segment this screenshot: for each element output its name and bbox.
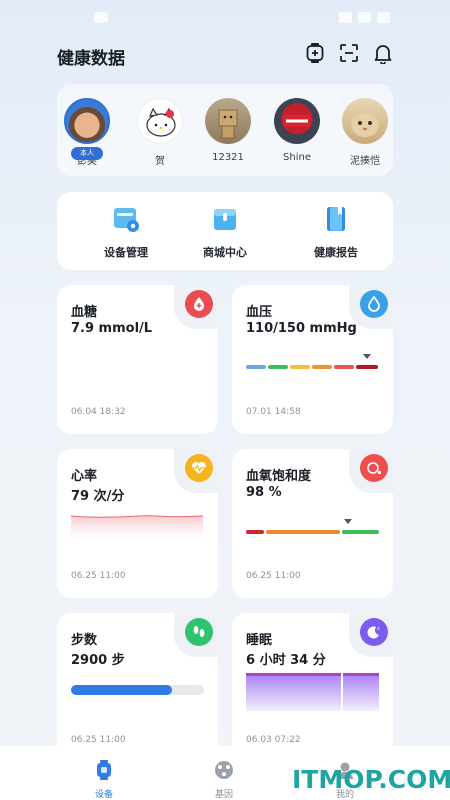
card-badge: z (349, 613, 393, 657)
device-management-button[interactable]: 设备管理 (81, 204, 171, 260)
heart-rate-sparkline (71, 515, 204, 545)
card-value: 2900 步 (71, 653, 125, 668)
family-members: 本人 彭昊 贺 12321 Shine 泥揍恺 (57, 84, 393, 176)
card-title: 血压 (246, 305, 273, 320)
card-title: 心率 (71, 469, 98, 484)
member-self[interactable]: 本人 彭昊 (57, 98, 117, 167)
notifications-button[interactable] (373, 42, 393, 64)
nfc-icon (339, 12, 352, 23)
header: 健康数据 (57, 42, 393, 69)
avatar (137, 98, 183, 144)
header-actions (305, 42, 393, 64)
card-time: 07.01 14:58 (246, 407, 301, 417)
member-item[interactable]: 12321 (198, 98, 258, 163)
member-item[interactable]: 贺 (130, 98, 190, 167)
scan-button[interactable] (339, 42, 359, 64)
device-management-label: 设备管理 (104, 246, 148, 259)
card-title: 血氧饱和度 (246, 469, 312, 484)
member-item[interactable]: 泥揍恺 (335, 98, 393, 167)
card-value: 79 次/分 (71, 489, 125, 504)
card-badge (174, 285, 218, 329)
oxygen-level-scale (246, 519, 379, 534)
health-report-button[interactable]: 健康报告 (291, 204, 381, 260)
card-value: 7.9 mmol/L (71, 321, 153, 336)
card-time: 06.25 11:00 (246, 571, 301, 581)
sleep-chart (246, 673, 379, 711)
blood-oxygen-card[interactable]: 血氧饱和度 98 % 06.25 11:00 (232, 449, 393, 598)
card-badge (349, 285, 393, 329)
avatar (274, 98, 320, 144)
scan-icon (340, 44, 358, 62)
avatar (205, 98, 251, 144)
card-value: 6 小时 34 分 (246, 653, 326, 668)
steps-progress-track (71, 685, 204, 695)
card-time: 06.03 07:22 (246, 735, 301, 745)
heart-rate-card[interactable]: 心率 79 次/分 06.25 11:00 (57, 449, 218, 598)
mall-center-button[interactable]: 商城中心 (180, 204, 270, 260)
blood-glucose-card[interactable]: 血糖 7.9 mmol/L 06.04 18:32 (57, 285, 218, 434)
card-time: 06.25 11:00 (71, 571, 126, 581)
member-name: 贺 (155, 156, 165, 167)
mall-center-label: 商城中心 (203, 246, 247, 259)
card-title: 血糖 (71, 305, 98, 320)
member-name: 12321 (212, 152, 244, 163)
steps-progress-fill (71, 685, 173, 695)
system-icons (339, 12, 390, 23)
notification-icon (94, 12, 108, 23)
add-device-button[interactable] (305, 42, 325, 64)
device-management-icon (111, 204, 141, 234)
steps-card[interactable]: 步数 2900 步 06.25 11:00 (57, 613, 218, 762)
sleep-card[interactable]: 睡眠 6 小时 34 分 06.03 07:22 z (232, 613, 393, 762)
pressure-level-scale (246, 354, 378, 369)
heart-rate-icon (185, 454, 213, 482)
quick-actions: 设备管理 商城中心 健康报告 (57, 192, 393, 270)
health-report-label: 健康报告 (314, 246, 358, 259)
watermark-text: ITMOP.COM (292, 765, 450, 794)
card-badge (174, 613, 218, 657)
bell-icon (374, 44, 392, 64)
card-time: 06.04 18:32 (71, 407, 126, 417)
svg-text:z: z (377, 626, 380, 632)
card-value: 110/150 mmHg (246, 321, 357, 336)
report-icon (321, 204, 351, 234)
card-value: 98 % (246, 485, 282, 500)
watch-add-icon (306, 43, 324, 63)
card-title: 睡眠 (246, 633, 273, 648)
page-title: 健康数据 (57, 49, 125, 69)
card-badge (349, 449, 393, 493)
tab-device-label: 设备 (94, 790, 113, 800)
member-item[interactable]: Shine (267, 98, 327, 163)
mall-icon (210, 204, 240, 234)
pressure-drop-icon (360, 290, 388, 318)
tab-gene[interactable]: 基因 (194, 760, 254, 800)
avatar (342, 98, 388, 144)
moon-icon: z (360, 618, 388, 646)
card-title: 步数 (71, 633, 98, 648)
tab-gene-label: 基因 (214, 790, 233, 800)
member-name: Shine (283, 152, 311, 163)
avatar (64, 98, 110, 144)
tab-device[interactable]: 设备 (74, 760, 134, 800)
battery-icon (377, 12, 390, 23)
watch-icon (97, 760, 111, 780)
blood-pressure-card[interactable]: 血压 110/150 mmHg 07.01 14:58 (232, 285, 393, 434)
oxygen-icon (360, 454, 388, 482)
card-time: 06.25 11:00 (71, 735, 126, 745)
self-badge: 本人 (71, 147, 103, 160)
signal-icon (358, 12, 371, 23)
card-badge (174, 449, 218, 493)
blood-drop-icon (185, 290, 213, 318)
footprints-icon (185, 618, 213, 646)
member-name: 泥揍恺 (350, 156, 380, 167)
status-bar (0, 0, 450, 32)
gene-icon (215, 761, 233, 779)
